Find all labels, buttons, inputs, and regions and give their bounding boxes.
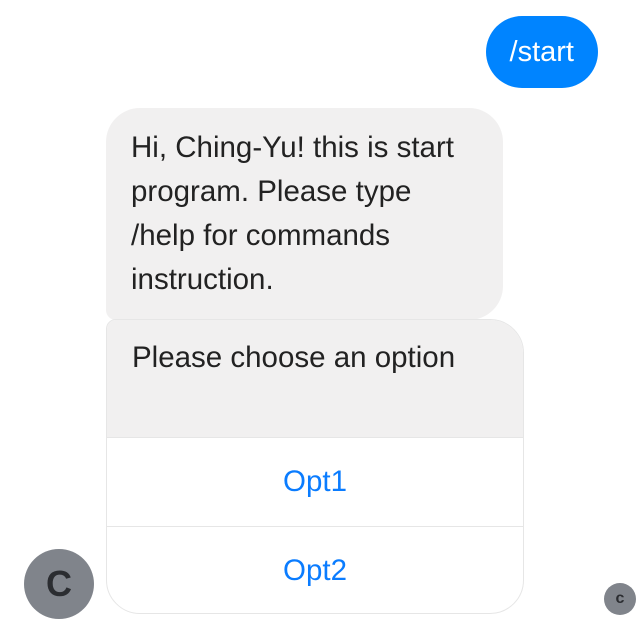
bot-avatar[interactable]: C — [24, 549, 94, 619]
options-card-prompt: Please choose an option — [107, 320, 523, 437]
read-receipt-avatar: c — [604, 583, 636, 615]
chat-thread: /start Hi, Ching-Yu! this is start progr… — [0, 0, 640, 626]
option-button-opt2[interactable]: Opt2 — [107, 526, 523, 613]
option-button-opt1[interactable]: Opt1 — [107, 437, 523, 526]
options-card: Please choose an option Opt1 Opt2 — [106, 319, 524, 614]
incoming-message-bubble[interactable]: Hi, Ching-Yu! this is start program. Ple… — [106, 108, 503, 320]
outgoing-message-bubble[interactable]: /start — [485, 16, 598, 88]
